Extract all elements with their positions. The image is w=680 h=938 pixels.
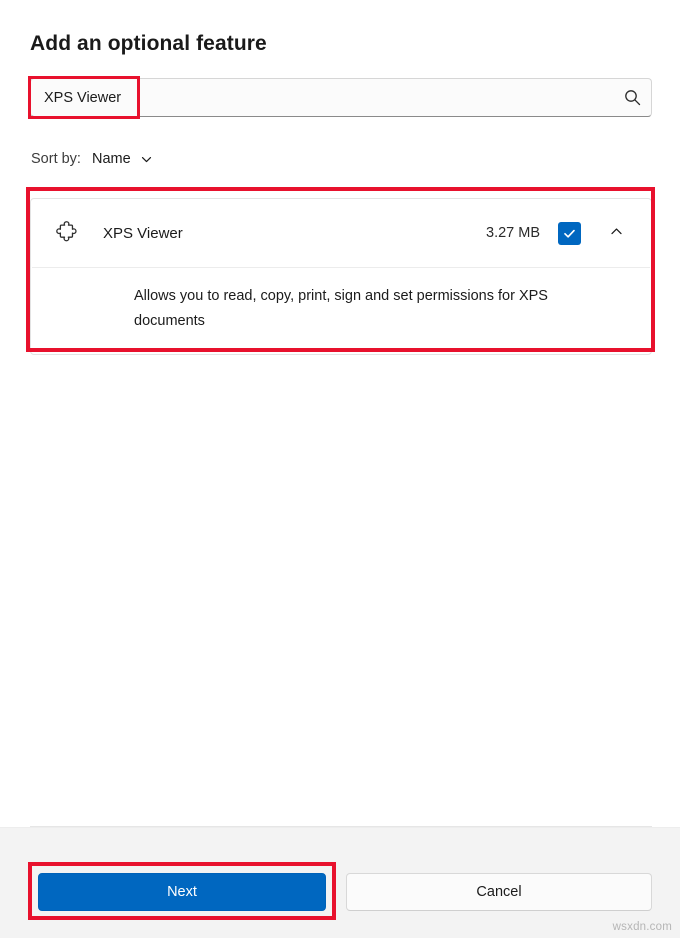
next-button[interactable]: Next <box>38 873 326 911</box>
watermark: wsxdn.com <box>612 921 672 933</box>
dialog-footer: Next Cancel <box>0 827 680 938</box>
feature-card-header[interactable]: XPS Viewer 3.27 MB <box>31 199 651 267</box>
page-title: Add an optional feature <box>30 32 267 55</box>
cancel-button[interactable]: Cancel <box>346 873 652 911</box>
feature-expander-button[interactable] <box>595 216 637 250</box>
feature-name: XPS Viewer <box>103 224 183 242</box>
checkmark-icon <box>564 229 575 238</box>
sort-by-label: Sort by: <box>31 151 81 167</box>
sort-row: Sort by: Name <box>31 147 156 171</box>
sort-by-dropdown[interactable]: Name <box>88 149 156 169</box>
feature-size: 3.27 MB <box>486 225 540 241</box>
chevron-down-icon <box>140 153 152 165</box>
feature-checkbox[interactable] <box>558 221 581 245</box>
feature-card-body: Allows you to read, copy, print, sign an… <box>31 268 651 354</box>
chevron-up-icon <box>609 224 624 242</box>
feature-card[interactable]: XPS Viewer 3.27 MB Allows you to read, c… <box>30 198 652 355</box>
search-icon[interactable] <box>613 79 651 116</box>
add-optional-feature-dialog: Add an optional feature Sort by: Name <box>0 0 680 938</box>
feature-description: Allows you to read, copy, print, sign an… <box>134 288 548 329</box>
search-input[interactable] <box>31 79 613 116</box>
puzzle-piece-icon <box>31 220 103 247</box>
search-box[interactable] <box>30 78 652 117</box>
sort-by-value: Name <box>91 151 131 167</box>
